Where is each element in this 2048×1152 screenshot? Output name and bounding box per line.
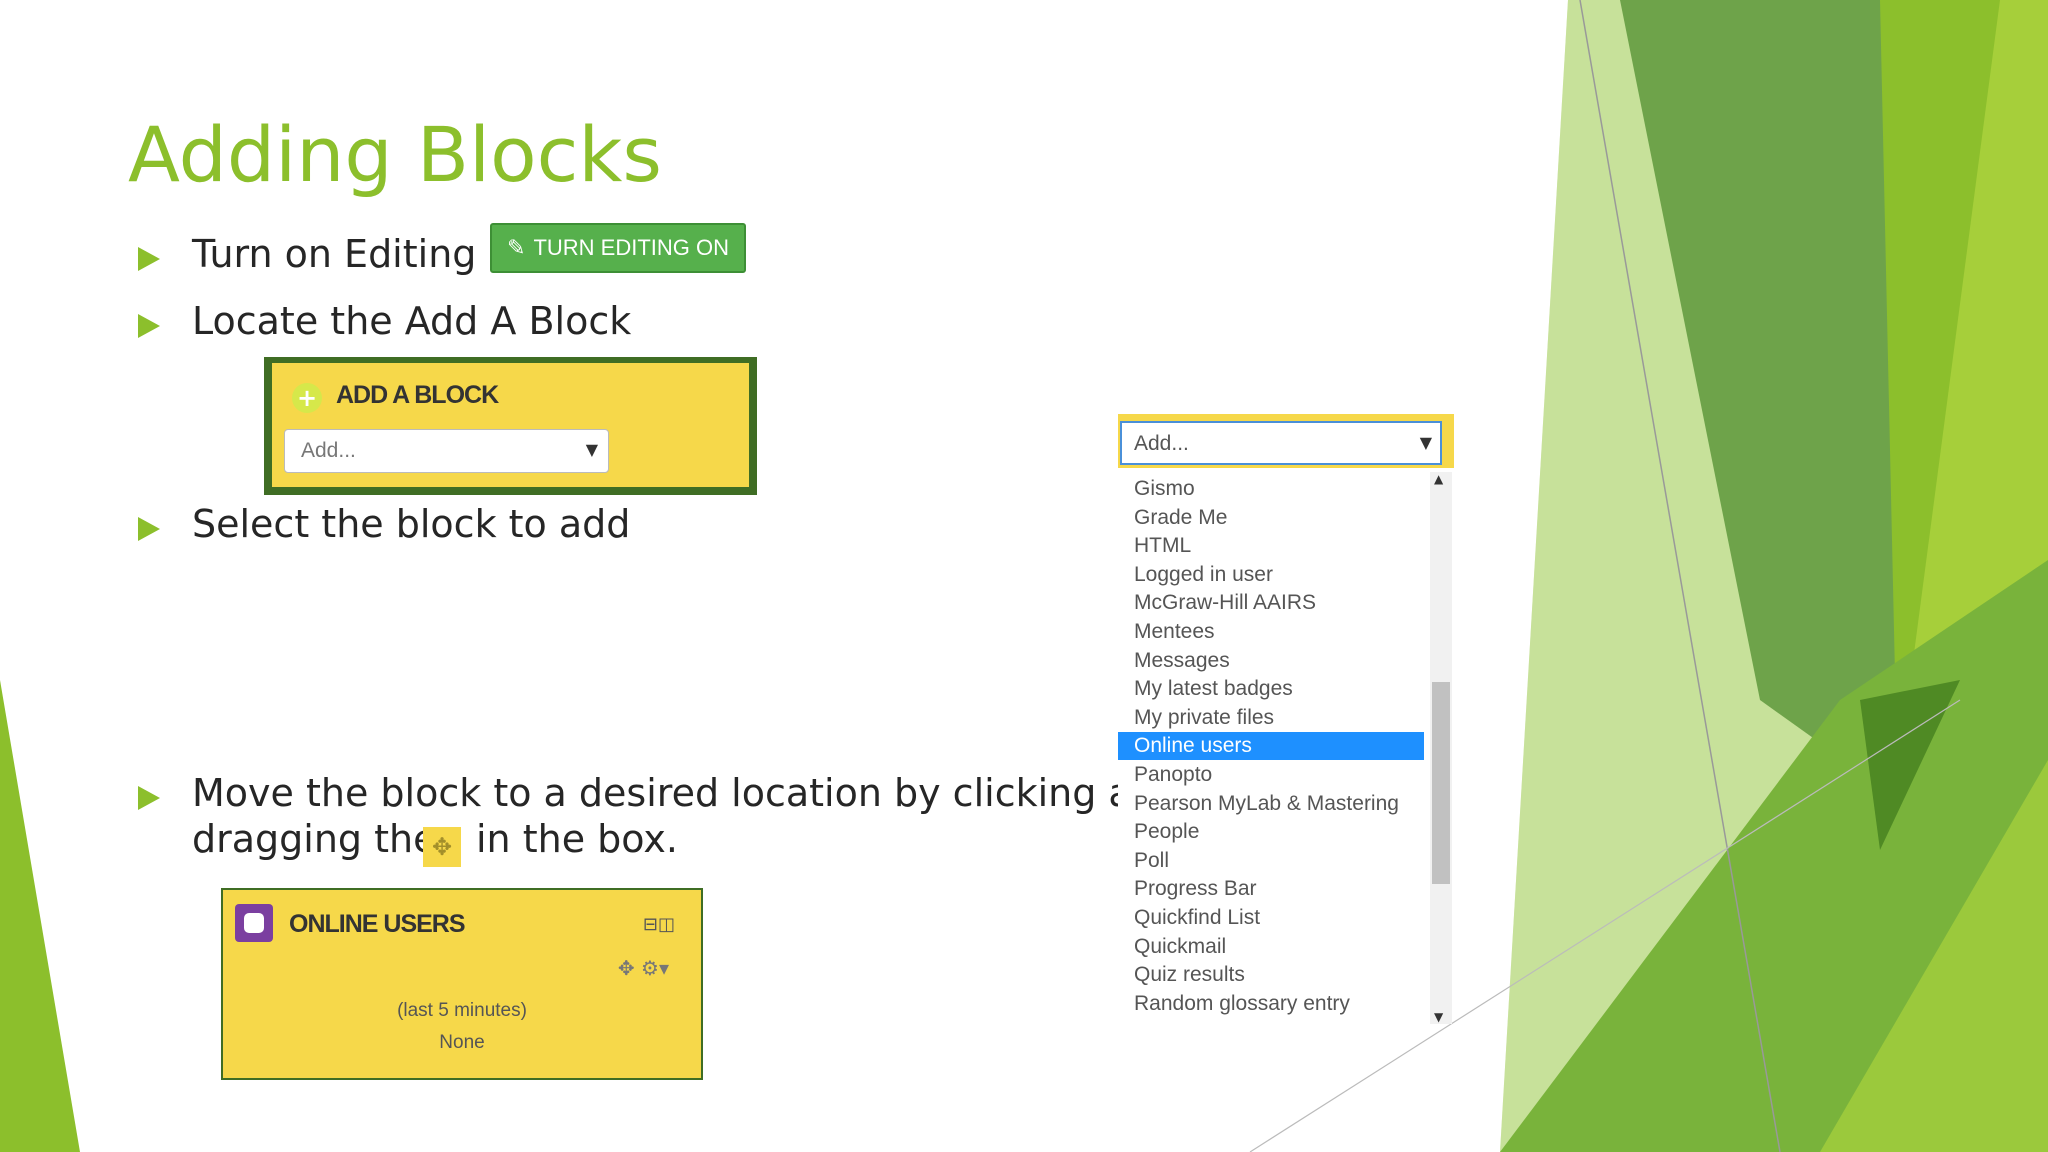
block-controls: ⊟◫ — [643, 914, 675, 935]
block-list-item[interactable]: Logged in user — [1118, 561, 1424, 589]
block-list-item[interactable]: Gismo — [1118, 475, 1424, 503]
bullet-move-block-line2a: dragging the — [192, 817, 437, 861]
online-users-value: None — [439, 1032, 485, 1053]
block-list-scrollbar[interactable]: ▲ ▼ — [1430, 472, 1452, 1024]
add-block-select[interactable]: Add... ▼ — [284, 429, 609, 473]
bullet-select-block: Select the block to add — [192, 502, 631, 546]
online-users-subtitle: (last 5 minutes) — [397, 1000, 527, 1021]
bullet-arrow-icon — [138, 314, 160, 338]
block-list-item[interactable]: My latest badges — [1118, 675, 1424, 703]
block-list-item[interactable]: Quickfind List — [1118, 904, 1424, 932]
add-block-select-value: Add... — [301, 439, 356, 462]
block-list-item[interactable]: McGraw-Hill AAIRS — [1118, 589, 1424, 617]
block-list-item[interactable]: Grade Me — [1118, 504, 1424, 532]
chevron-down-icon: ▼ — [585, 440, 598, 459]
block-list-options: Gismo Grade Me HTML Logged in user McGraw-Hi… — [1118, 472, 1438, 1024]
add-a-block-header: ADD A BLOCK — [336, 381, 499, 409]
block-list-item[interactable]: Panopto — [1118, 761, 1424, 789]
block-list-item[interactable]: Poll — [1118, 847, 1424, 875]
block-list-select-value: Add... — [1134, 432, 1189, 455]
minimize-icon[interactable]: ⊟ — [643, 914, 658, 935]
slide-title: Adding Blocks — [128, 110, 662, 199]
block-list-item[interactable]: Mentees — [1118, 618, 1424, 646]
plus-circle-icon: + — [292, 383, 322, 413]
block-tools: ✥ ⚙▾ — [618, 956, 669, 980]
block-list-item[interactable]: My private files — [1118, 704, 1424, 732]
turn-editing-on-button[interactable]: ✎ TURN EDITING ON — [490, 223, 746, 273]
scroll-up-icon[interactable]: ▲ — [1434, 472, 1443, 486]
edit-icon: ✎ — [507, 235, 526, 260]
block-list-item[interactable]: Quickmail — [1118, 933, 1424, 961]
add-a-block-panel: + ADD A BLOCK Add... ▼ — [264, 357, 757, 495]
block-list-item[interactable]: Progress Bar — [1118, 875, 1424, 903]
block-list-item[interactable]: Online users — [1118, 732, 1424, 761]
block-list-item[interactable]: Messages — [1118, 647, 1424, 675]
move-icon: ✥ — [423, 827, 461, 867]
bullet-move-block-line1: Move the block to a desired location by … — [192, 771, 1180, 815]
block-list-item[interactable]: Pearson MyLab & Mastering — [1118, 790, 1424, 818]
online-users-header: ONLINE USERS — [289, 910, 466, 938]
chevron-down-icon: ▼ — [1419, 433, 1432, 452]
add-a-block-body: + ADD A BLOCK Add... ▼ — [272, 363, 749, 487]
scroll-down-icon[interactable]: ▼ — [1434, 1010, 1443, 1024]
bullet-turn-on-editing: Turn on Editing — [192, 232, 477, 276]
bullet-arrow-icon — [138, 786, 160, 810]
move-icon[interactable]: ✥ — [618, 956, 635, 980]
online-users-block: ONLINE USERS ⊟◫ ✥ ⚙▾ (last 5 minutes) No… — [221, 888, 703, 1080]
bullet-arrow-icon — [138, 517, 160, 541]
dock-icon[interactable]: ◫ — [658, 914, 675, 935]
block-list-item[interactable]: HTML — [1118, 532, 1424, 560]
bullet-move-block-line2b: in the box. — [476, 817, 678, 861]
block-list-dropdown: Add... ▼ Gismo Grade Me HTML Logged in user… — [1118, 414, 1454, 1024]
block-list-item[interactable]: Random glossary entry — [1118, 990, 1424, 1018]
bullet-arrow-icon — [138, 247, 160, 271]
block-list-item[interactable]: People — [1118, 818, 1424, 846]
block-list-select[interactable]: Add... ▼ — [1120, 421, 1442, 465]
users-icon — [235, 904, 273, 942]
bullet-locate-add-block: Locate the Add A Block — [192, 299, 632, 343]
block-list-item[interactable]: Quiz results — [1118, 961, 1424, 989]
scrollbar-thumb[interactable] — [1432, 682, 1450, 884]
gear-icon[interactable]: ⚙▾ — [641, 956, 669, 980]
